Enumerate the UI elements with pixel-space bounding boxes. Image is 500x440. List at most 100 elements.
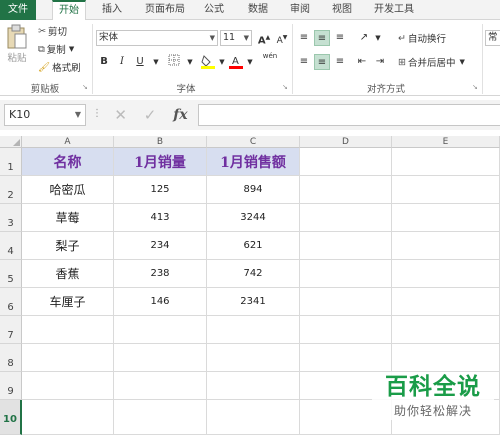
- empty-cell[interactable]: [300, 288, 392, 316]
- data-cell-name[interactable]: 哈密瓜: [22, 176, 114, 204]
- name-box[interactable]: K10 ▼: [4, 104, 86, 126]
- tab-insert[interactable]: 插入: [94, 0, 130, 20]
- data-cell-name[interactable]: 梨子: [22, 232, 114, 260]
- drag-handle-icon[interactable]: ⋮: [92, 108, 102, 119]
- borders-button[interactable]: [166, 54, 182, 70]
- row-header-6[interactable]: 6: [0, 288, 22, 316]
- underline-button[interactable]: U: [132, 54, 148, 70]
- select-all-button[interactable]: [0, 136, 22, 148]
- empty-cell[interactable]: [22, 344, 114, 372]
- data-cell-qty[interactable]: 238: [114, 260, 207, 288]
- column-header-d[interactable]: D: [300, 136, 392, 148]
- column-header-b[interactable]: B: [114, 136, 207, 148]
- header-cell-sales-qty[interactable]: 1月销量: [114, 148, 207, 176]
- data-cell-qty[interactable]: 146: [114, 288, 207, 316]
- shrink-font-button[interactable]: A▼: [274, 30, 290, 46]
- tab-page-layout[interactable]: 页面布局: [138, 0, 192, 20]
- dialog-launcher-icon[interactable]: ↘: [82, 83, 88, 91]
- row-header-2[interactable]: 2: [0, 176, 22, 204]
- align-top-button[interactable]: ≡: [296, 30, 312, 46]
- row-header-7[interactable]: 7: [0, 316, 22, 344]
- column-header-e[interactable]: E: [392, 136, 500, 148]
- enter-icon[interactable]: ✓: [144, 106, 157, 124]
- tab-view[interactable]: 视图: [324, 0, 360, 20]
- empty-cell[interactable]: [114, 400, 207, 435]
- chevron-down-icon[interactable]: ▼: [182, 54, 198, 70]
- data-cell-qty[interactable]: 413: [114, 204, 207, 232]
- align-middle-button[interactable]: ≡: [314, 30, 330, 46]
- empty-cell[interactable]: [114, 372, 207, 400]
- empty-cell[interactable]: [207, 316, 300, 344]
- column-header-a[interactable]: A: [22, 136, 114, 148]
- align-left-button[interactable]: ≡: [296, 54, 312, 70]
- empty-cell[interactable]: [22, 400, 114, 435]
- chevron-down-icon[interactable]: ▼: [148, 54, 164, 70]
- row-header-9[interactable]: 9: [0, 372, 22, 400]
- decrease-indent-button[interactable]: ⇤: [354, 54, 370, 70]
- row-header-5[interactable]: 5: [0, 260, 22, 288]
- align-bottom-button[interactable]: ≡: [332, 30, 348, 46]
- copy-button[interactable]: ⧉ 复制 ▼: [38, 42, 74, 57]
- empty-cell[interactable]: [300, 232, 392, 260]
- font-name-combo[interactable]: 宋体 ▼: [96, 30, 218, 46]
- tab-data[interactable]: 数据: [240, 0, 276, 20]
- font-size-combo[interactable]: 11 ▼: [220, 30, 252, 46]
- empty-cell[interactable]: [300, 176, 392, 204]
- empty-cell[interactable]: [114, 344, 207, 372]
- cut-button[interactable]: ✂ 剪切: [38, 24, 67, 39]
- empty-cell[interactable]: [392, 288, 500, 316]
- paste-button[interactable]: 粘贴: [6, 24, 28, 64]
- empty-cell[interactable]: [114, 316, 207, 344]
- formula-input[interactable]: [198, 104, 500, 126]
- dialog-launcher-icon[interactable]: ↘: [472, 83, 478, 91]
- tab-review[interactable]: 审阅: [282, 0, 318, 20]
- empty-cell[interactable]: [300, 204, 392, 232]
- data-cell-amount[interactable]: 3244: [207, 204, 300, 232]
- empty-cell[interactable]: [392, 260, 500, 288]
- align-right-button[interactable]: ≡: [332, 54, 348, 70]
- cancel-icon[interactable]: ✕: [114, 106, 127, 124]
- empty-cell[interactable]: [392, 232, 500, 260]
- empty-cell[interactable]: [392, 316, 500, 344]
- data-cell-amount[interactable]: 742: [207, 260, 300, 288]
- format-painter-button[interactable]: 🖌 格式刷: [38, 60, 81, 75]
- data-cell-amount[interactable]: 2341: [207, 288, 300, 316]
- chevron-down-icon[interactable]: ▼: [242, 54, 258, 70]
- number-format-combo[interactable]: 常规: [485, 30, 500, 46]
- tab-formulas[interactable]: 公式: [196, 0, 232, 20]
- row-header-10[interactable]: 10: [0, 400, 22, 435]
- empty-cell[interactable]: [392, 148, 500, 176]
- grow-font-button[interactable]: A▲: [256, 30, 272, 46]
- bold-button[interactable]: B: [96, 54, 112, 70]
- row-header-1[interactable]: 1: [0, 148, 22, 176]
- data-cell-name[interactable]: 香蕉: [22, 260, 114, 288]
- merge-center-button[interactable]: ⊞ 合并后居中 ▼: [398, 55, 465, 70]
- tab-home[interactable]: 开始: [52, 0, 86, 21]
- empty-cell[interactable]: [392, 176, 500, 204]
- data-cell-name[interactable]: 车厘子: [22, 288, 114, 316]
- empty-cell[interactable]: [207, 400, 300, 435]
- row-header-3[interactable]: 3: [0, 204, 22, 232]
- data-cell-name[interactable]: 草莓: [22, 204, 114, 232]
- empty-cell[interactable]: [300, 148, 392, 176]
- data-cell-amount[interactable]: 621: [207, 232, 300, 260]
- empty-cell[interactable]: [392, 204, 500, 232]
- data-cell-qty[interactable]: 234: [114, 232, 207, 260]
- row-header-4[interactable]: 4: [0, 232, 22, 260]
- empty-cell[interactable]: [207, 372, 300, 400]
- phonetic-button[interactable]: wén: [262, 52, 278, 68]
- column-header-c[interactable]: C: [207, 136, 300, 148]
- empty-cell[interactable]: [392, 344, 500, 372]
- empty-cell[interactable]: [300, 316, 392, 344]
- data-cell-qty[interactable]: 125: [114, 176, 207, 204]
- header-cell-name[interactable]: 名称: [22, 148, 114, 176]
- align-center-button[interactable]: ≡: [314, 54, 330, 70]
- empty-cell[interactable]: [22, 316, 114, 344]
- empty-cell[interactable]: [207, 344, 300, 372]
- empty-cell[interactable]: [300, 344, 392, 372]
- empty-cell[interactable]: [22, 372, 114, 400]
- row-header-8[interactable]: 8: [0, 344, 22, 372]
- tab-developer[interactable]: 开发工具: [366, 0, 422, 20]
- data-cell-amount[interactable]: 894: [207, 176, 300, 204]
- chevron-down-icon[interactable]: ▼: [370, 30, 386, 46]
